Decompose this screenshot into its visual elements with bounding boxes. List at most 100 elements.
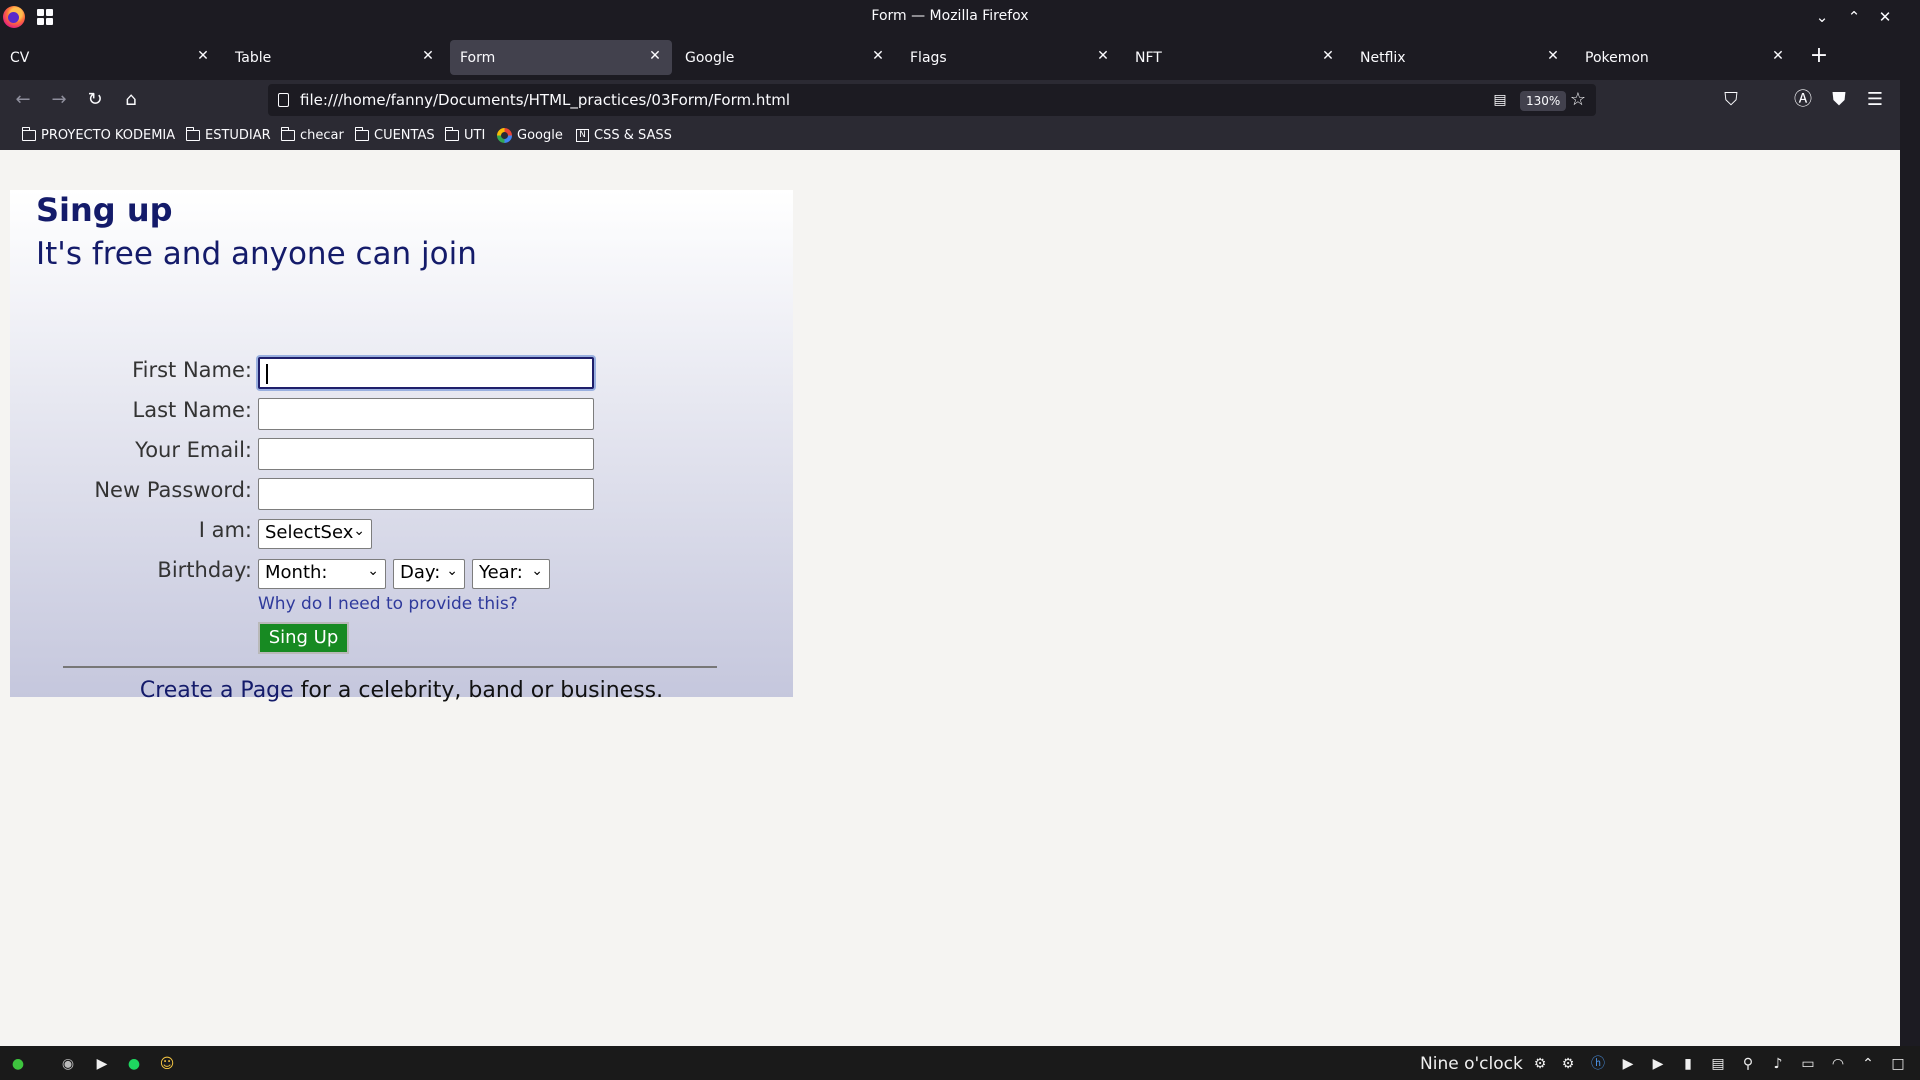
notification-icon[interactable]: ⚙ — [1530, 1054, 1550, 1074]
taskbar-clock[interactable]: Nine o'clock — [1420, 1054, 1523, 1074]
pocket-icon[interactable]: ⛉ — [1717, 86, 1745, 114]
last-name-field[interactable] — [258, 398, 594, 430]
tab-close-icon[interactable]: ✕ — [1544, 47, 1562, 65]
back-button[interactable]: ← — [9, 86, 37, 114]
tab-google[interactable]: Google ✕ — [675, 40, 895, 75]
day-select-value: Day: — [400, 562, 441, 583]
storage-icon[interactable]: ▤ — [1708, 1054, 1728, 1074]
bookmarks-bar: PROYECTO KODEMIA ESTUDIAR checar CUENTAS… — [0, 120, 1900, 150]
bookmark-label: ESTUDIAR — [205, 127, 271, 143]
page-viewport: Sing up It's free and anyone can join Fi… — [0, 150, 1900, 1046]
folder-icon — [280, 126, 295, 141]
bookmark-label: Google — [517, 127, 563, 143]
month-select-value: Month: — [265, 562, 328, 583]
battery-icon[interactable]: ▭ — [1798, 1054, 1818, 1074]
bookmark-label: PROYECTO KODEMIA — [41, 127, 176, 143]
month-select[interactable]: Month: ⌄ — [258, 559, 386, 589]
email-field[interactable] — [258, 438, 594, 470]
maximize-button[interactable]: ⌃ — [1843, 6, 1865, 28]
tab-close-icon[interactable]: ✕ — [419, 47, 437, 65]
clipboard-icon[interactable]: ▮ — [1678, 1054, 1698, 1074]
tab-cv[interactable]: CV ✕ — [0, 40, 220, 75]
tab-label: Form — [460, 50, 496, 66]
volume-icon[interactable]: ♪ — [1768, 1054, 1788, 1074]
tab-form[interactable]: Form ✕ — [450, 40, 672, 75]
tab-close-icon[interactable]: ✕ — [1769, 47, 1787, 65]
wifi-icon[interactable]: ◠ — [1828, 1054, 1848, 1074]
day-select[interactable]: Day: ⌄ — [393, 559, 465, 589]
tab-pokemon[interactable]: Pokemon ✕ — [1575, 40, 1795, 75]
tab-nft[interactable]: NFT ✕ — [1125, 40, 1345, 75]
bookmark-star-icon[interactable]: ☆ — [1568, 89, 1588, 111]
why-provide-link[interactable]: Why do I need to provide this? — [258, 594, 518, 614]
app-globe-icon[interactable]: ◉ — [58, 1054, 78, 1074]
tab-close-icon[interactable]: ✕ — [646, 47, 664, 65]
bookmark-label: CUENTAS — [374, 127, 435, 143]
notion-icon: N — [576, 128, 589, 142]
network-settings-icon[interactable]: ⚙ — [1558, 1054, 1578, 1074]
system-taskbar: ● ◉ ▶ ● ☺ Nine o'clock ⚙ ⚙ ⓗ ▶ ▶ ▮ ▤ ⚲ ♪… — [0, 1046, 1920, 1080]
bookmark-estudiar[interactable]: ESTUDIAR — [185, 126, 271, 144]
year-select[interactable]: Year: ⌄ — [472, 559, 550, 589]
media-play-icon[interactable]: ▶ — [92, 1054, 112, 1074]
minimize-button[interactable]: ⌄ — [1811, 6, 1833, 28]
tab-label: Google — [685, 50, 735, 66]
tab-close-icon[interactable]: ✕ — [869, 47, 887, 65]
media-play-icon[interactable]: ▶ — [1618, 1054, 1638, 1074]
url-text[interactable]: file:///home/fanny/Documents/HTML_practi… — [300, 91, 790, 109]
bookmark-proyecto-kodemia[interactable]: PROYECTO KODEMIA — [21, 126, 176, 144]
window-title: Form — Mozilla Firefox — [871, 8, 1029, 24]
forward-button[interactable]: → — [45, 86, 73, 114]
password-field[interactable] — [258, 478, 594, 510]
emoji-icon[interactable]: ☺ — [157, 1054, 177, 1074]
tray-expand-icon[interactable]: ⌃ — [1858, 1054, 1878, 1074]
home-button[interactable]: ⌂ — [117, 86, 145, 114]
new-tab-button[interactable]: + — [1806, 44, 1832, 70]
menu-icon[interactable]: ☰ — [1861, 86, 1889, 114]
first-name-field[interactable] — [258, 357, 594, 389]
tab-label: Table — [235, 50, 272, 66]
bookmark-css-sass[interactable]: N CSS & SASS — [576, 126, 672, 144]
bookmark-cuentas[interactable]: CUENTAS — [354, 126, 435, 144]
tab-close-icon[interactable]: ✕ — [1319, 47, 1337, 65]
location-icon[interactable]: ⚲ — [1738, 1054, 1758, 1074]
spotify-icon[interactable]: ● — [124, 1054, 144, 1074]
chevron-down-icon: ⌄ — [367, 563, 379, 579]
tab-label: NFT — [1135, 50, 1162, 66]
sex-select-value: SelectSex — [265, 522, 354, 543]
extension-shield-icon[interactable]: ⛊ — [1825, 86, 1853, 114]
window-titlebar: Form — Mozilla Firefox ⌄ ⌃ ✕ — [0, 0, 1900, 34]
bookmark-google[interactable]: Google — [497, 126, 563, 144]
media-next-icon[interactable]: ▶ — [1648, 1054, 1668, 1074]
birthday-label: Birthday: — [157, 558, 252, 582]
zoom-level-badge[interactable]: 130% — [1520, 91, 1567, 111]
hp-icon[interactable]: ⓗ — [1588, 1054, 1608, 1074]
tab-flags[interactable]: Flags ✕ — [900, 40, 1120, 75]
tab-table[interactable]: Table ✕ — [225, 40, 445, 75]
form-subtitle: It's free and anyone can join — [36, 236, 477, 272]
url-bar[interactable]: file:///home/fanny/Documents/HTML_practi… — [268, 84, 1596, 116]
reload-button[interactable]: ↻ — [81, 86, 109, 114]
tab-strip: CV ✕ Table ✕ Form ✕ Google ✕ Flags ✕ NFT… — [0, 40, 1900, 76]
window-close-button[interactable]: ✕ — [1874, 6, 1896, 28]
chevron-down-icon: ⌄ — [353, 523, 365, 539]
tab-label: CV — [10, 50, 30, 66]
bookmark-uti[interactable]: UTI — [444, 126, 485, 144]
sex-label: I am: — [198, 518, 252, 542]
sign-up-button[interactable]: Sing Up — [258, 622, 349, 654]
tab-label: Flags — [910, 50, 947, 66]
page-icon — [278, 93, 289, 107]
account-icon[interactable]: Ⓐ — [1789, 86, 1817, 114]
tab-netflix[interactable]: Netflix ✕ — [1350, 40, 1570, 75]
tab-close-icon[interactable]: ✕ — [194, 47, 212, 65]
create-page-line: Create a Page for a celebrity, band or b… — [10, 678, 793, 703]
tab-close-icon[interactable]: ✕ — [1094, 47, 1112, 65]
bookmark-checar[interactable]: checar — [280, 126, 344, 144]
password-label: New Password: — [94, 478, 252, 502]
folder-icon — [444, 126, 459, 141]
reader-view-icon[interactable]: ▤ — [1490, 90, 1510, 110]
sex-select[interactable]: SelectSex ⌄ — [258, 519, 372, 549]
show-desktop-icon[interactable]: □ — [1888, 1054, 1908, 1074]
status-orb-icon[interactable]: ● — [8, 1054, 28, 1074]
create-page-link[interactable]: Create a Page — [140, 678, 294, 703]
